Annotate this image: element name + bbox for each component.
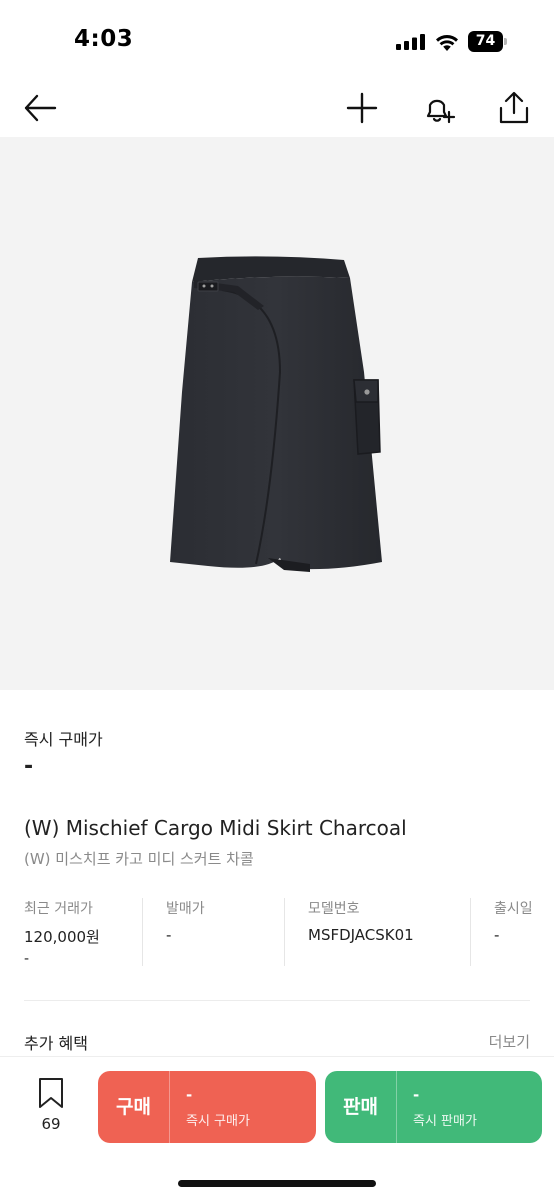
info-release-date: 출시일 - — [494, 898, 554, 968]
sell-button-sub: 즉시 판매가 — [413, 1113, 477, 1129]
skirt-image — [170, 256, 382, 572]
wishlist-count: 69 — [41, 1115, 61, 1133]
bookmark-icon — [39, 1078, 63, 1108]
info-value: - — [166, 926, 172, 944]
battery-tip — [504, 38, 507, 45]
product-title-en: (W) Mischief Cargo Midi Skirt Charcoal — [24, 816, 407, 840]
bottom-action-bar: 69 구매 - 즉시 구매가 판매 - 즉시 판매가 — [0, 1056, 554, 1200]
sell-button[interactable]: 판매 - 즉시 판매가 — [325, 1071, 542, 1143]
status-time: 4:03 — [74, 26, 134, 52]
info-model-number: 모델번호 MSFDJACSK01 — [308, 898, 468, 968]
product-image[interactable] — [0, 137, 554, 690]
info-divider — [142, 898, 143, 966]
sell-button-label: 판매 — [325, 1071, 397, 1143]
arrow-left-icon — [24, 94, 57, 122]
plus-icon — [346, 92, 378, 124]
instant-buy-price-value: - — [24, 754, 34, 779]
sell-button-info: - 즉시 판매가 — [397, 1086, 477, 1129]
buy-button-sub: 즉시 구매가 — [186, 1113, 250, 1129]
info-release-price: 발매가 - — [166, 898, 284, 968]
battery-level: 74 — [468, 31, 503, 52]
add-button[interactable] — [342, 88, 382, 128]
back-button[interactable] — [20, 88, 60, 128]
buy-button-label: 구매 — [98, 1071, 170, 1143]
alarm-button[interactable] — [418, 88, 458, 128]
info-value: - — [494, 926, 500, 944]
share-icon — [499, 91, 529, 124]
buy-button-info: - 즉시 구매가 — [170, 1086, 250, 1129]
info-divider — [284, 898, 285, 966]
info-label: 모델번호 — [308, 901, 360, 917]
bell-plus-icon — [426, 99, 456, 124]
wishlist-button[interactable]: 69 — [28, 1077, 74, 1137]
see-more-link[interactable]: 더보기 — [489, 1031, 530, 1052]
wifi-icon — [436, 35, 458, 51]
section-divider — [24, 1000, 530, 1001]
info-sub-value: - — [24, 951, 30, 967]
buy-button-price: - — [186, 1085, 193, 1104]
info-label: 출시일 — [494, 901, 533, 917]
sell-button-price: - — [413, 1085, 420, 1104]
status-bar: 4:03 74 — [0, 0, 554, 80]
home-indicator[interactable] — [178, 1180, 376, 1187]
buy-button[interactable]: 구매 - 즉시 구매가 — [98, 1071, 316, 1143]
share-button[interactable] — [494, 88, 534, 128]
info-label: 최근 거래가 — [24, 901, 93, 917]
info-value: 120,000원 — [24, 928, 100, 946]
nav-bar — [0, 80, 554, 136]
instant-buy-price-label: 즉시 구매가 — [24, 730, 103, 749]
additional-benefits-title: 추가 혜택 — [24, 1034, 88, 1053]
battery-icon: 74 — [468, 31, 508, 52]
info-divider — [470, 898, 471, 966]
cellular-signal-icon — [396, 34, 425, 50]
info-value: MSFDJACSK01 — [308, 926, 414, 944]
info-recent-price[interactable]: 최근 거래가 120,000원 - — [24, 898, 142, 968]
product-title-kr: (W) 미스치프 카고 미디 스커트 차콜 — [24, 850, 254, 868]
product-info-row: 최근 거래가 120,000원 - 발매가 - 모델번호 MSFDJACSK01… — [24, 898, 554, 968]
info-label: 발매가 — [166, 901, 205, 917]
